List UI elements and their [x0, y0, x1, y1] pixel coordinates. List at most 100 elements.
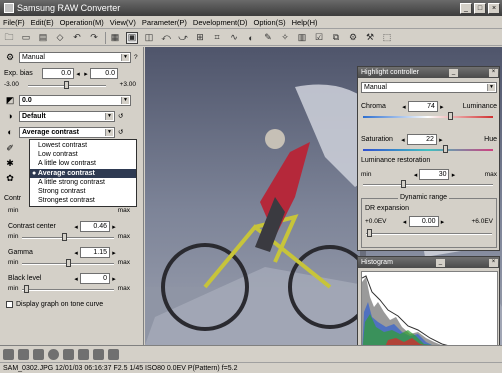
contrast-option[interactable]: A little low contrast	[30, 159, 136, 168]
spin-right[interactable]: ▸	[110, 223, 118, 231]
color-icon[interactable]	[48, 348, 59, 360]
crop-icon[interactable]: ⌗	[211, 32, 223, 44]
spin-right[interactable]: ▸	[438, 103, 446, 111]
contrast-option[interactable]: Low contrast	[30, 150, 136, 159]
chroma-value[interactable]: 74	[407, 101, 438, 112]
exp-bias-value[interactable]: 0.0	[42, 68, 74, 79]
slider-thumb[interactable]	[66, 259, 71, 267]
contrast-select[interactable]: Average contrast ▼	[19, 126, 115, 138]
menu-help[interactable]: Help(H)	[292, 18, 318, 27]
open-folder-icon[interactable]: 🗀	[3, 32, 15, 44]
exp-bias-value-2[interactable]: 0.0	[90, 68, 118, 79]
reset-icon[interactable]: ↺	[118, 112, 123, 120]
menu-file[interactable]: File(F)	[3, 18, 25, 27]
slider-thumb[interactable]	[62, 233, 67, 241]
histogram-titlebar[interactable]: Histogram _ ×	[358, 257, 499, 268]
eyedropper-icon[interactable]: ✐	[4, 142, 16, 154]
adjust-icon[interactable]: ✎	[262, 32, 274, 44]
filter-icon[interactable]	[63, 348, 74, 360]
close-icon[interactable]: ×	[488, 68, 498, 77]
spin-right[interactable]: ▸	[449, 171, 457, 179]
checkbox-icon[interactable]: ☑	[313, 32, 325, 44]
compare-icon[interactable]	[33, 348, 44, 360]
mode-select[interactable]: Manual ▼	[19, 51, 131, 63]
gamma-slider[interactable]	[22, 259, 114, 267]
saturation-value[interactable]: 22	[406, 134, 437, 145]
contrast-option-selected[interactable]: ● Average contrast	[30, 168, 136, 178]
highlight-controller-titlebar[interactable]: Highlight controller _ ×	[358, 67, 499, 78]
contrast-option[interactable]: Strongest contrast	[30, 196, 136, 205]
spin-left[interactable]: ◂	[400, 103, 408, 111]
close-icon[interactable]: ×	[489, 258, 498, 267]
luminance-restoration-slider[interactable]	[363, 180, 493, 188]
slider-thumb[interactable]	[64, 81, 69, 89]
spin-right[interactable]: ▸	[110, 275, 118, 283]
saturation-slider[interactable]	[363, 145, 493, 153]
fullscreen-icon[interactable]	[108, 348, 119, 360]
compare-view-icon[interactable]: ◫	[143, 32, 155, 44]
chroma-slider[interactable]	[363, 112, 493, 120]
minimize-button[interactable]: _	[460, 2, 472, 14]
exp-bias-slider[interactable]	[28, 81, 106, 89]
spin-left[interactable]: ◂	[72, 249, 80, 257]
reset-icon[interactable]: ↺	[118, 128, 123, 136]
black-level-value[interactable]: 0	[80, 273, 110, 284]
noise-icon[interactable]: ✿	[4, 172, 16, 184]
menu-edit[interactable]: Edit(E)	[31, 18, 54, 27]
highlight-icon[interactable]: ✧	[279, 32, 291, 44]
white-balance-icon[interactable]: ◐	[245, 32, 257, 44]
thumbnail-icon[interactable]	[3, 348, 14, 360]
contrast-option[interactable]: A little strong contrast	[30, 178, 136, 187]
contrast-center-value[interactable]: 0.46	[80, 221, 110, 232]
tools-icon[interactable]: ⚒	[364, 32, 376, 44]
close-button[interactable]: ×	[488, 2, 500, 14]
luminance-restoration-value[interactable]: 30	[419, 169, 450, 180]
open-file-icon[interactable]: ▭	[20, 32, 32, 44]
zoom-icon[interactable]	[78, 348, 89, 360]
maximize-button[interactable]: □	[474, 2, 486, 14]
batch-icon[interactable]: ⧉	[330, 32, 342, 44]
tone-curve-icon[interactable]: ∿	[228, 32, 240, 44]
single-view-icon[interactable]: ▣	[126, 31, 138, 44]
gamma-value[interactable]: 1.15	[80, 247, 110, 258]
eraser-icon[interactable]: ◇	[54, 32, 66, 44]
info-icon[interactable]	[18, 348, 29, 360]
spin-left[interactable]: ◂	[411, 171, 419, 179]
contrast-option[interactable]: Strong contrast	[30, 187, 136, 196]
sharpness-icon[interactable]: ✱	[4, 157, 16, 169]
histogram-icon[interactable]: ▥	[296, 32, 308, 44]
spin-right[interactable]: ▸	[439, 218, 447, 226]
undo-icon[interactable]: ↶	[71, 32, 83, 44]
dr-expansion-slider[interactable]	[366, 229, 492, 237]
help-icon[interactable]: ?	[134, 54, 138, 61]
frame-icon[interactable]: ⬚	[381, 32, 393, 44]
grid-view-icon[interactable]: ▦	[109, 32, 121, 44]
save-icon[interactable]: ▤	[37, 32, 49, 44]
wb-select[interactable]: 0.0 ▼	[19, 94, 131, 106]
slider-thumb[interactable]	[448, 112, 453, 120]
tone-select[interactable]: Default ▼	[19, 110, 115, 122]
menu-view[interactable]: View(V)	[110, 18, 136, 27]
spin-left[interactable]: ◂	[401, 218, 409, 226]
minimize-icon[interactable]: _	[448, 68, 458, 77]
develop-icon[interactable]: ⚙	[347, 32, 359, 44]
menu-operation[interactable]: Operation(M)	[60, 18, 104, 27]
menu-parameter[interactable]: Parameter(P)	[142, 18, 187, 27]
slider-thumb[interactable]	[401, 180, 406, 188]
dr-expansion-value[interactable]: 0.00	[408, 216, 439, 227]
photo-preview[interactable]: Highlight controller _ × Manual ▼ Chroma …	[145, 47, 502, 345]
slider-thumb[interactable]	[367, 229, 372, 237]
contrast-option[interactable]: Lowest contrast	[30, 141, 136, 150]
black-level-slider[interactable]	[22, 285, 114, 293]
menu-development[interactable]: Development(D)	[193, 18, 248, 27]
slider-thumb[interactable]	[443, 145, 448, 153]
highlight-mode-select[interactable]: Manual ▼	[361, 82, 497, 93]
contrast-center-slider[interactable]	[22, 233, 114, 241]
display-graph-checkbox[interactable]	[6, 301, 13, 308]
spin-left[interactable]: ◂	[72, 223, 80, 231]
spin-left[interactable]: ◂	[72, 275, 80, 283]
exp-bias-spin-left[interactable]: ◂	[74, 70, 82, 78]
minimize-icon[interactable]: _	[435, 258, 445, 267]
spin-right[interactable]: ▸	[110, 249, 118, 257]
rotate-left-icon[interactable]: ⤺	[160, 32, 172, 44]
